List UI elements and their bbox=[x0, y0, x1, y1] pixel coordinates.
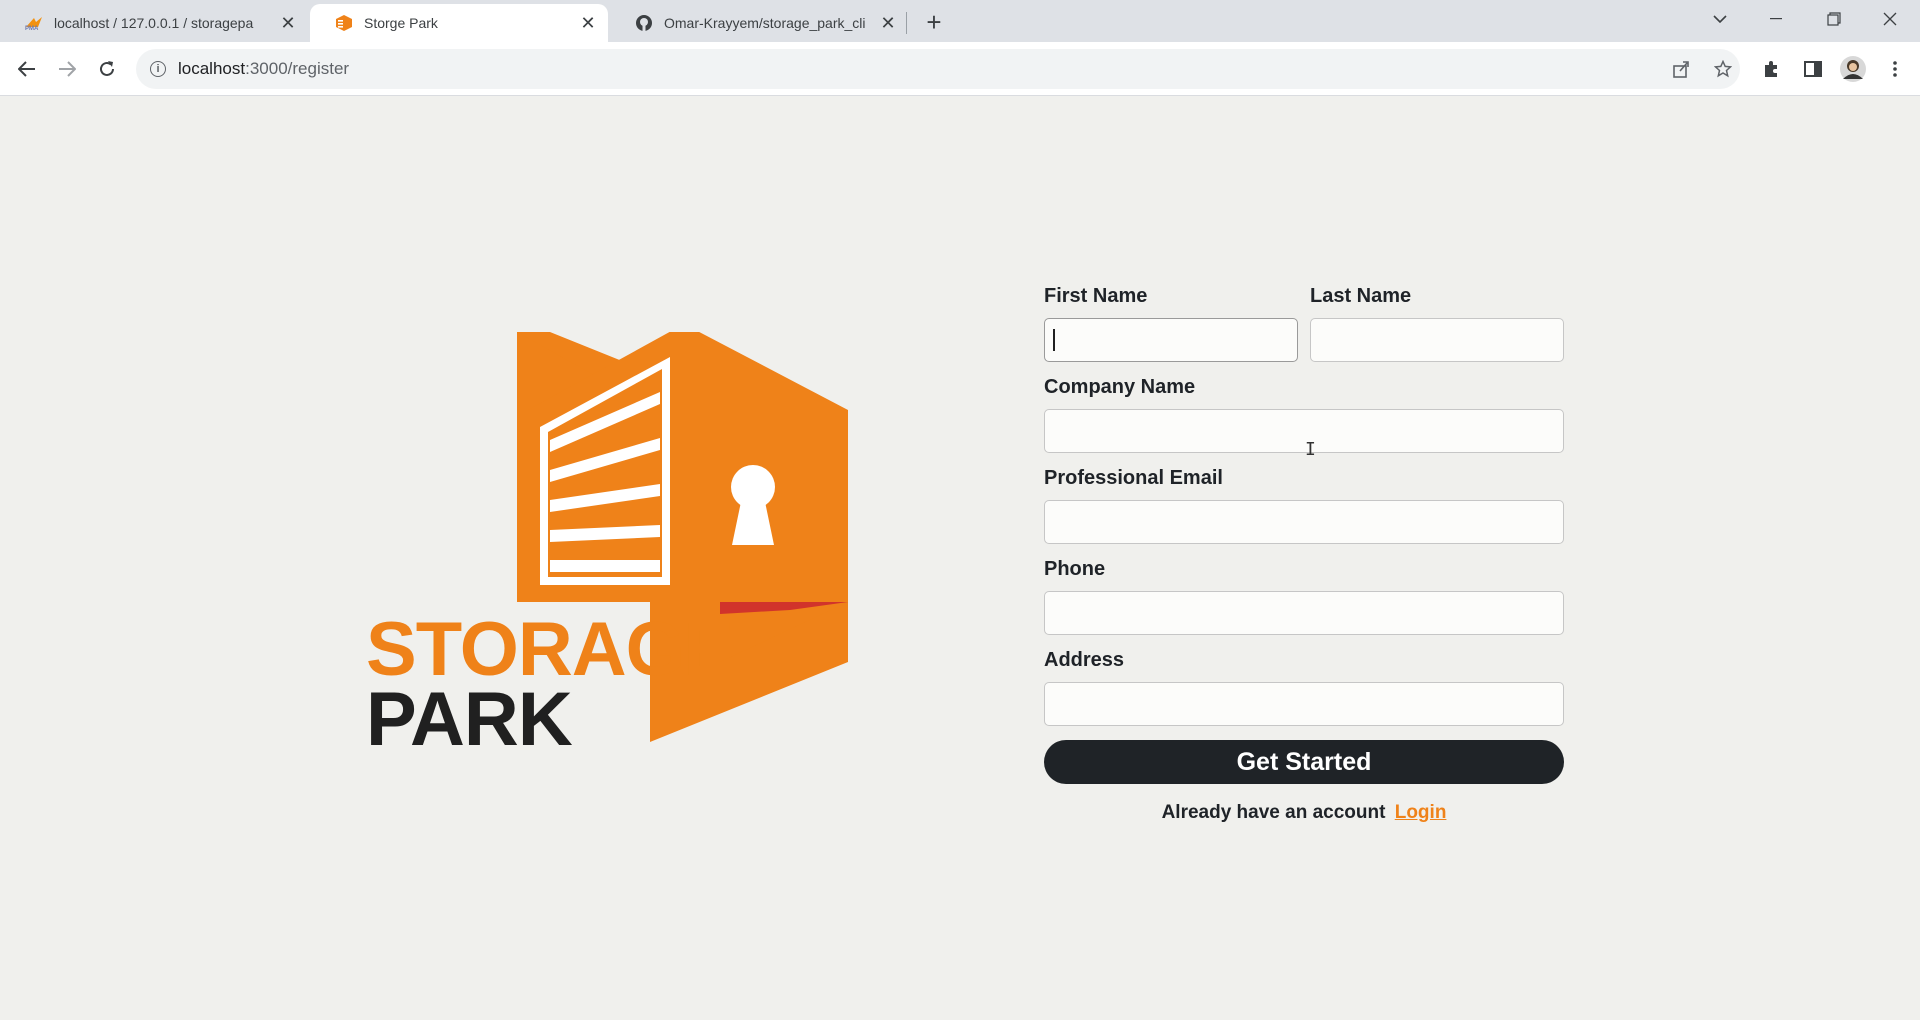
minimize-icon[interactable] bbox=[1748, 0, 1804, 38]
login-link[interactable]: Login bbox=[1395, 802, 1447, 823]
github-icon bbox=[634, 13, 654, 33]
address-bar[interactable]: i localhost:3000/register bbox=[136, 49, 1740, 89]
address-url: localhost:3000/register bbox=[178, 59, 349, 79]
profile-avatar-icon[interactable] bbox=[1838, 54, 1868, 84]
tab-title: Omar-Krayyem/storage_park_cli bbox=[664, 15, 866, 31]
extensions-puzzle-icon[interactable] bbox=[1756, 54, 1786, 84]
restore-icon[interactable] bbox=[1806, 0, 1862, 38]
email-field[interactable] bbox=[1044, 500, 1564, 544]
email-label: Professional Email bbox=[1044, 467, 1223, 489]
address-label: Address bbox=[1044, 649, 1125, 671]
phone-label: Phone bbox=[1044, 558, 1106, 580]
forward-arrow-icon[interactable] bbox=[50, 52, 84, 86]
url-path: :3000/register bbox=[245, 59, 350, 78]
company-name-field[interactable] bbox=[1044, 409, 1564, 453]
last-name-label: Last Name bbox=[1310, 285, 1412, 307]
close-icon[interactable]: ✕ bbox=[578, 13, 598, 33]
phpmyadmin-icon: PMA bbox=[24, 13, 44, 33]
register-form: First Name Last Name Company Name Profes… bbox=[1044, 285, 1564, 824]
back-arrow-icon[interactable] bbox=[10, 52, 44, 86]
window-close-icon[interactable] bbox=[1862, 0, 1918, 38]
tab-github[interactable]: Omar-Krayyem/storage_park_cli ✕ bbox=[610, 4, 908, 42]
tab-title: localhost / 127.0.0.1 / storagepa bbox=[54, 15, 254, 31]
first-name-label: First Name bbox=[1044, 285, 1148, 307]
text-caret bbox=[1053, 329, 1055, 351]
menu-kebab-icon[interactable] bbox=[1880, 54, 1910, 84]
storage-park-favicon-icon bbox=[334, 13, 354, 33]
close-icon[interactable]: ✕ bbox=[878, 13, 898, 33]
page-content: STORAGE PARK First Name Last Name Compan… bbox=[0, 97, 1920, 1020]
new-tab-plus-icon[interactable]: + bbox=[920, 7, 948, 37]
tab-strip: PMA localhost / 127.0.0.1 / storagepa ✕ … bbox=[0, 0, 1920, 42]
last-name-field[interactable] bbox=[1310, 318, 1564, 362]
first-name-group: First Name bbox=[1044, 285, 1298, 362]
site-info-icon[interactable]: i bbox=[150, 61, 166, 77]
tab-storge-park[interactable]: Storge Park ✕ bbox=[310, 4, 608, 42]
url-host: localhost bbox=[178, 59, 246, 78]
login-prompt: Already have an account Login bbox=[1044, 802, 1564, 824]
first-name-wrapper bbox=[1044, 318, 1298, 362]
address-field[interactable] bbox=[1044, 682, 1564, 726]
reload-icon[interactable] bbox=[90, 52, 124, 86]
logo-text-park: PARK bbox=[366, 677, 573, 762]
close-icon[interactable]: ✕ bbox=[278, 13, 298, 33]
get-started-button[interactable]: Get Started bbox=[1044, 740, 1564, 784]
address-group: Address bbox=[1044, 649, 1564, 726]
bookmark-star-icon[interactable] bbox=[1708, 54, 1738, 84]
phone-group: Phone bbox=[1044, 558, 1564, 635]
phone-field[interactable] bbox=[1044, 591, 1564, 635]
name-row: First Name Last Name bbox=[1044, 285, 1564, 362]
share-icon[interactable] bbox=[1666, 54, 1696, 84]
tab-separator bbox=[906, 12, 907, 34]
already-have-account-text: Already have an account bbox=[1161, 802, 1386, 823]
company-name-label: Company Name bbox=[1044, 376, 1196, 398]
browser-toolbar: i localhost:3000/register bbox=[0, 42, 1920, 96]
first-name-field[interactable] bbox=[1044, 318, 1298, 362]
tab-title: Storge Park bbox=[364, 15, 438, 31]
tab-search-chevron-icon[interactable] bbox=[1692, 0, 1748, 38]
last-name-group: Last Name bbox=[1310, 285, 1564, 362]
svg-text:PMA: PMA bbox=[25, 26, 39, 31]
side-panel-icon[interactable] bbox=[1798, 54, 1828, 84]
company-group: Company Name bbox=[1044, 376, 1564, 453]
email-group: Professional Email bbox=[1044, 467, 1564, 544]
tab-phpmyadmin[interactable]: PMA localhost / 127.0.0.1 / storagepa ✕ bbox=[0, 4, 308, 42]
mouse-ibeam-cursor-icon: I bbox=[1305, 439, 1316, 460]
